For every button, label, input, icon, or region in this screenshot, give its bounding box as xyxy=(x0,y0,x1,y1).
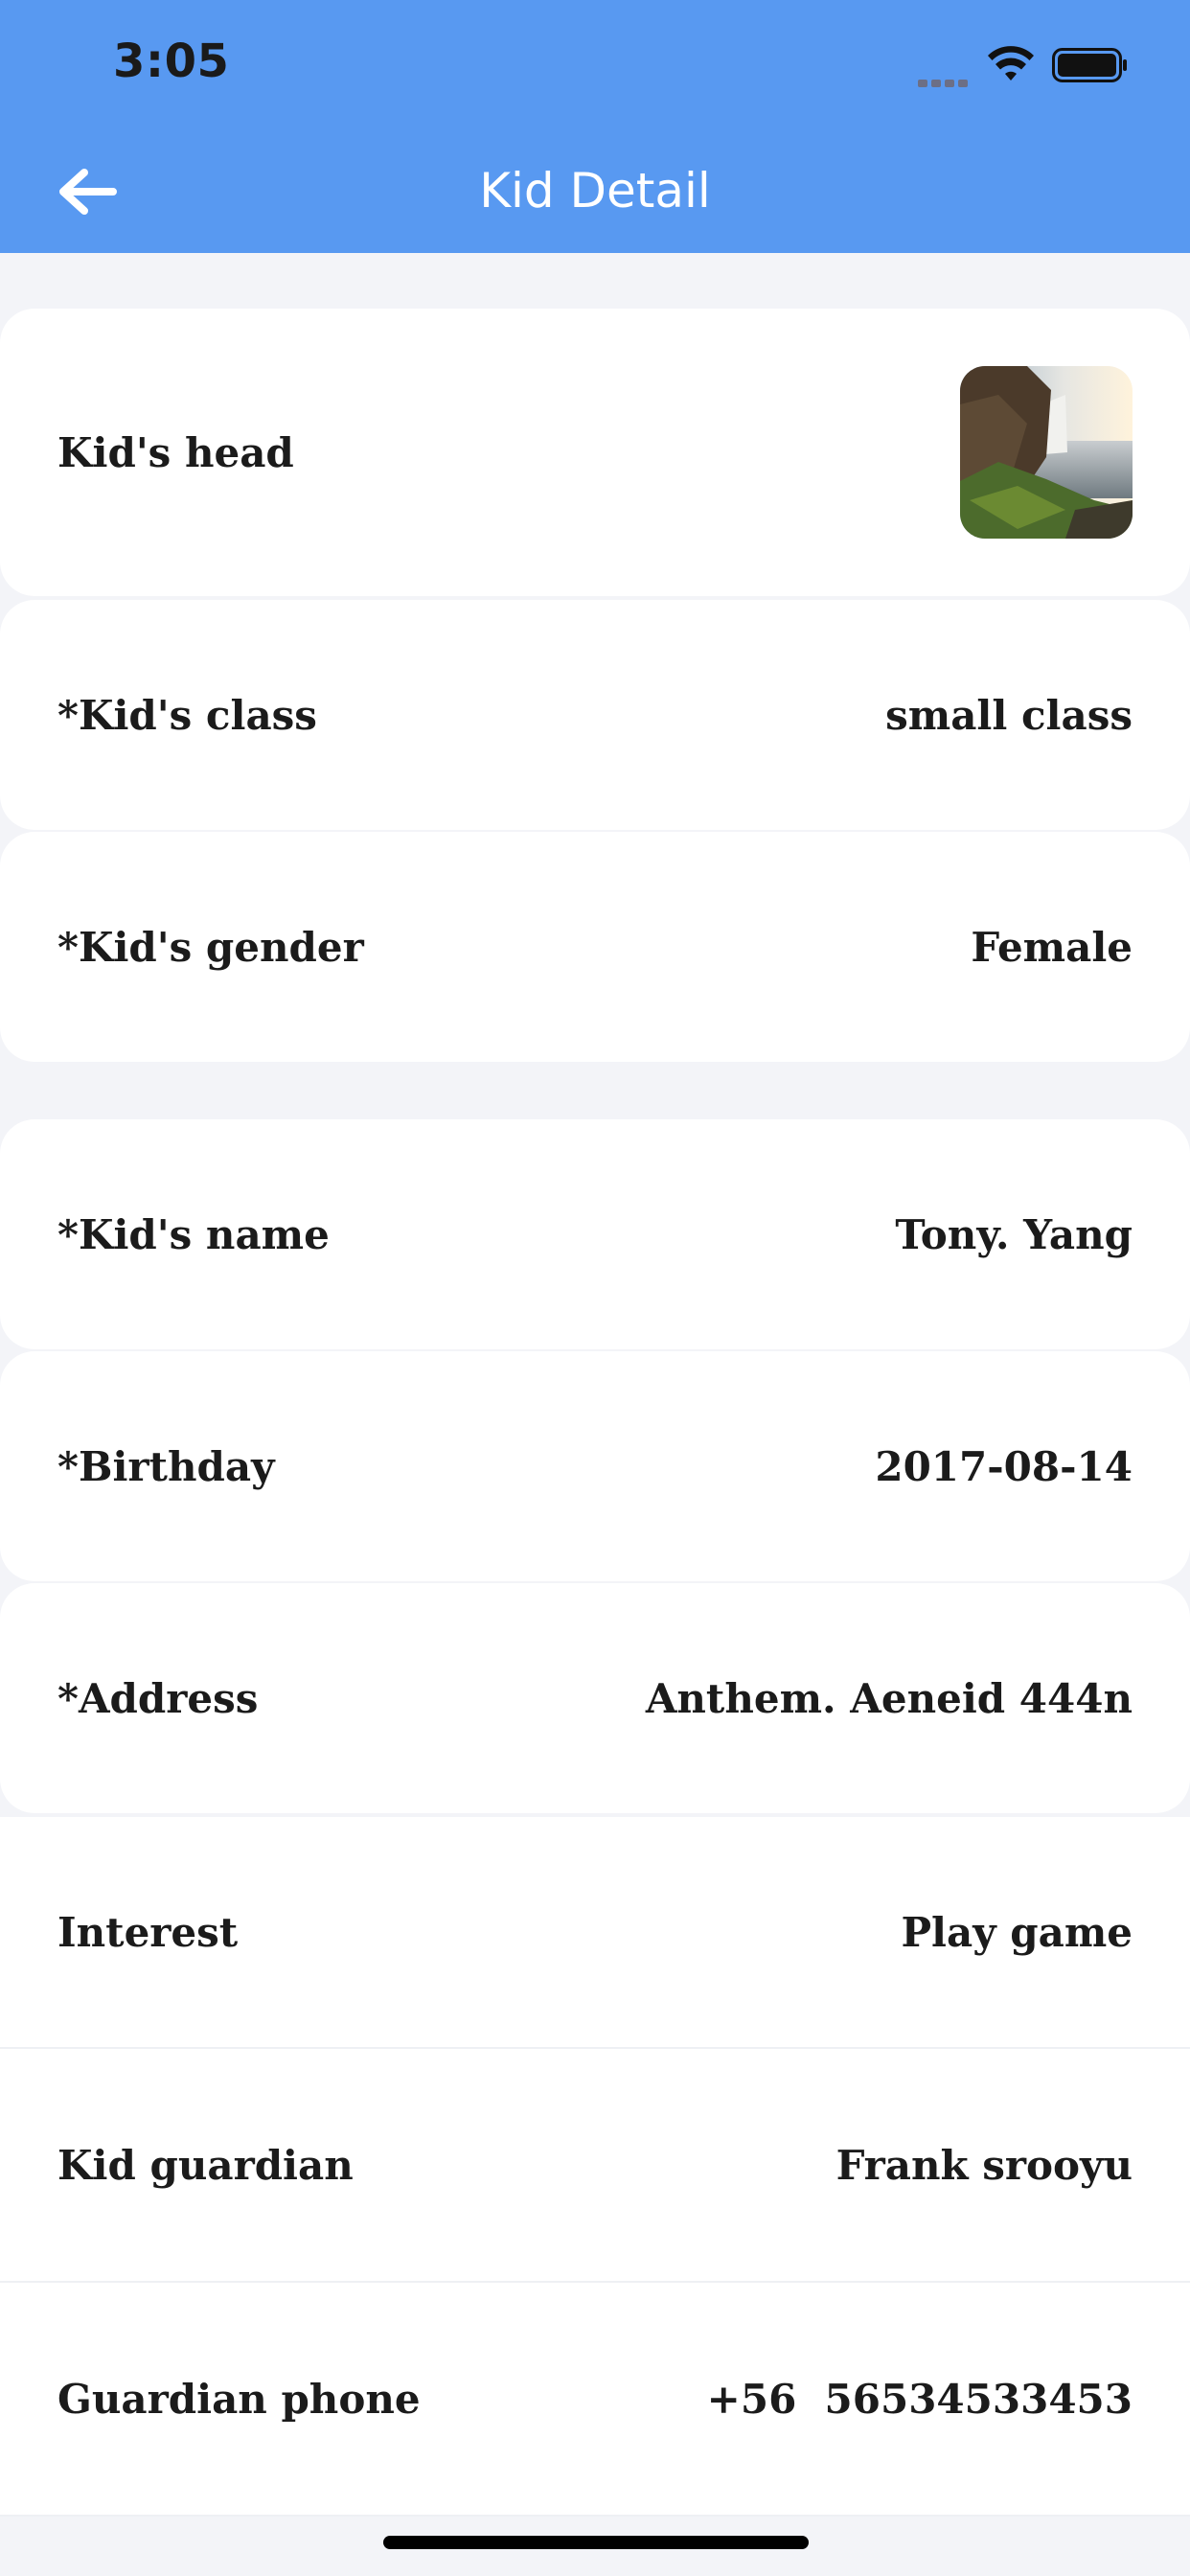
home-indicator xyxy=(383,2536,809,2549)
row-label: *Address xyxy=(57,1674,259,1722)
signal-icon xyxy=(918,73,972,87)
row-label: Interest xyxy=(57,1908,239,1956)
row-label: *Kid's class xyxy=(57,691,317,739)
row-value: Play game xyxy=(901,1908,1133,1956)
row-kids-head[interactable]: Kid's head xyxy=(0,309,1190,596)
row-kids-name[interactable]: *Kid's name Tony. Yang xyxy=(0,1119,1190,1349)
row-label: Kid's head xyxy=(57,428,294,476)
row-value: Female xyxy=(971,923,1133,971)
wifi-icon xyxy=(988,46,1034,80)
row-value: Tony. Yang xyxy=(895,1210,1133,1258)
row-birthday[interactable]: *Birthday 2017-08-14 xyxy=(0,1351,1190,1581)
row-address[interactable]: *Address Anthem. Aeneid 444n xyxy=(0,1583,1190,1813)
row-value: Frank srooyu xyxy=(835,2141,1133,2189)
row-label: *Kid's name xyxy=(57,1210,330,1258)
kid-avatar[interactable] xyxy=(960,366,1133,539)
row-label: Kid guardian xyxy=(57,2141,354,2189)
row-value: small class xyxy=(885,691,1133,739)
row-label: *Kid's gender xyxy=(57,923,364,971)
page-title: Kid Detail xyxy=(479,163,711,218)
nav-header: 3:05 Kid Detail xyxy=(0,0,1190,253)
row-kid-guardian[interactable]: Kid guardian Frank srooyu xyxy=(0,2049,1190,2283)
row-value: Anthem. Aeneid 444n xyxy=(645,1674,1133,1722)
row-value: 2017-08-14 xyxy=(875,1442,1133,1490)
status-time: 3:05 xyxy=(113,34,230,88)
row-label: *Birthday xyxy=(57,1442,275,1490)
row-kids-gender[interactable]: *Kid's gender Female xyxy=(0,832,1190,1062)
row-value: +56 56534533453 xyxy=(706,2375,1133,2423)
battery-icon xyxy=(1052,48,1127,82)
row-kids-class[interactable]: *Kid's class small class xyxy=(0,600,1190,830)
avatar-image xyxy=(960,366,1133,539)
row-guardian-phone[interactable]: Guardian phone +56 56534533453 xyxy=(0,2283,1190,2517)
row-label: Guardian phone xyxy=(57,2375,421,2423)
row-interest[interactable]: Interest Play game xyxy=(0,1817,1190,2049)
